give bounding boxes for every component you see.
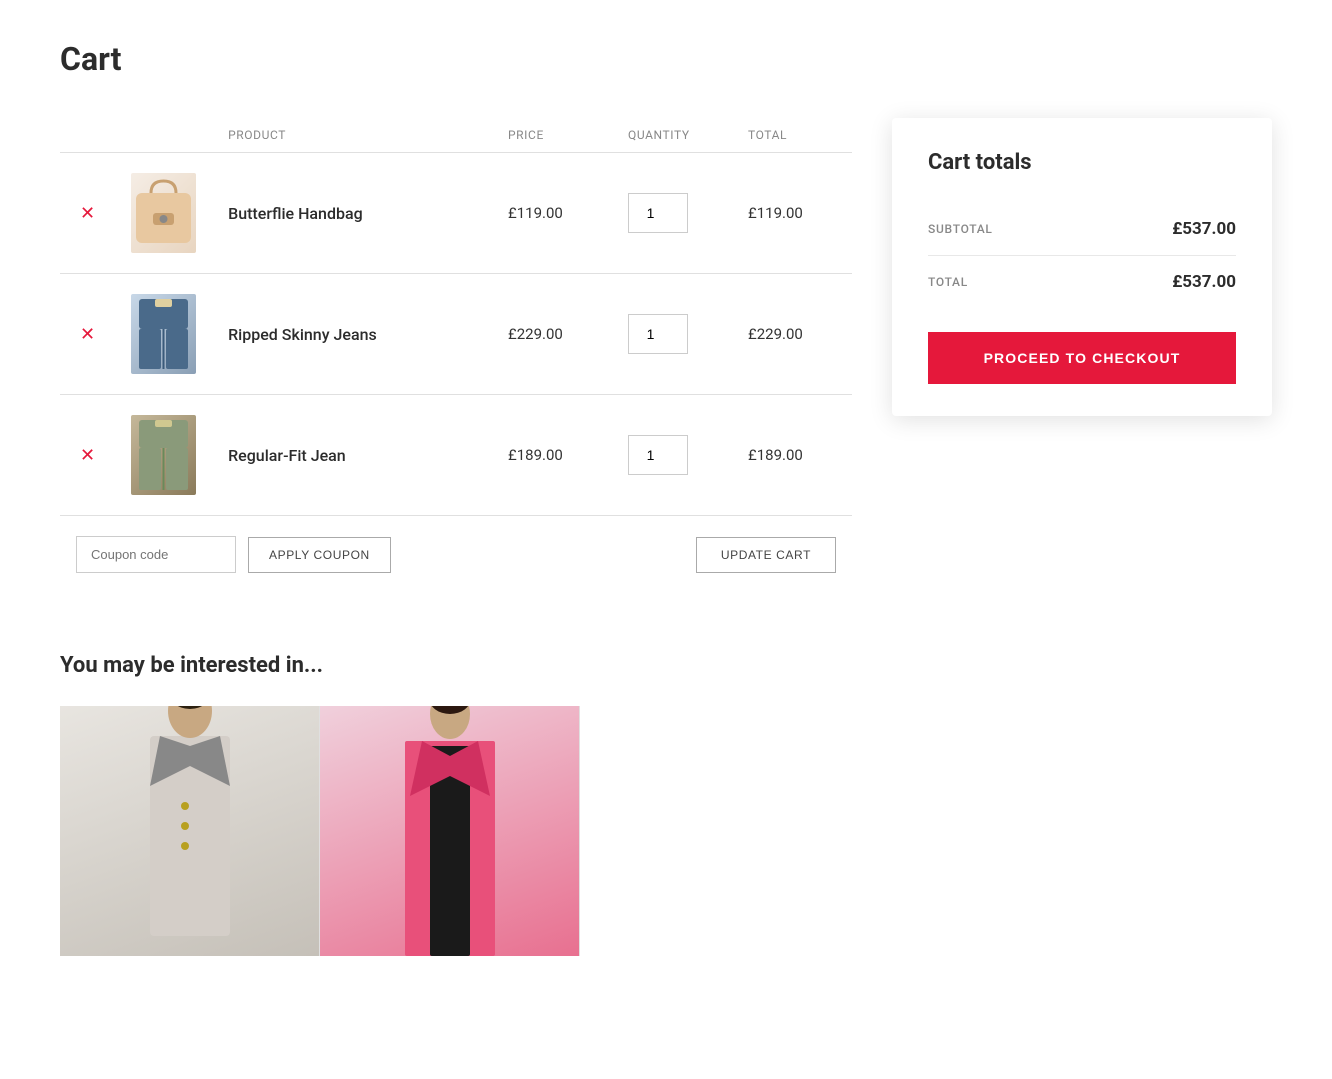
- cart-main: PRODUCT PRICE QUANTITY TOTAL: [60, 118, 852, 593]
- subtotal-value: £537.00: [1172, 219, 1236, 239]
- recommended-item[interactable]: [60, 706, 320, 956]
- recommended-item[interactable]: [320, 706, 580, 956]
- apply-coupon-button[interactable]: APPLY COUPON: [248, 537, 391, 573]
- remove-button-3[interactable]: ✕: [76, 442, 99, 468]
- remove-cell: ✕: [60, 153, 115, 274]
- update-cart-button[interactable]: UPDATE CART: [696, 537, 836, 573]
- product-image: [131, 415, 196, 495]
- image-cell: [115, 395, 212, 516]
- name-cell: Ripped Skinny Jeans: [212, 274, 492, 395]
- cart-table: PRODUCT PRICE QUANTITY TOTAL: [60, 118, 852, 516]
- coupon-input[interactable]: [76, 536, 236, 573]
- remove-cell: ✕: [60, 274, 115, 395]
- total-value: £537.00: [1172, 272, 1236, 292]
- col-remove-header: [60, 118, 115, 153]
- col-quantity-header: QUANTITY: [612, 118, 732, 153]
- col-image-header: [115, 118, 212, 153]
- cart-totals-title: Cart totals: [928, 150, 1236, 175]
- recommended-grid: [60, 706, 1272, 956]
- image-cell: [115, 274, 212, 395]
- total-cell: £229.00: [732, 274, 852, 395]
- cart-totals-box: Cart totals SUBTOTAL £537.00 TOTAL £537.…: [892, 118, 1272, 416]
- total-cell: £189.00: [732, 395, 852, 516]
- total-row: TOTAL £537.00: [928, 256, 1236, 308]
- cart-sidebar: Cart totals SUBTOTAL £537.00 TOTAL £537.…: [892, 118, 1272, 416]
- subtotal-row: SUBTOTAL £537.00: [928, 203, 1236, 256]
- name-cell: Butterflie Handbag: [212, 153, 492, 274]
- product-name: Regular-Fit Jean: [228, 446, 346, 465]
- name-cell: Regular-Fit Jean: [212, 395, 492, 516]
- quantity-cell: [612, 153, 732, 274]
- remove-button-1[interactable]: ✕: [76, 200, 99, 226]
- price-cell: £119.00: [492, 153, 612, 274]
- col-product-header: PRODUCT: [212, 118, 492, 153]
- quantity-input-1[interactable]: [628, 193, 688, 233]
- product-image: [131, 294, 196, 374]
- total-cell: £119.00: [732, 153, 852, 274]
- remove-button-2[interactable]: ✕: [76, 321, 99, 347]
- recommended-section: You may be interested in...: [60, 653, 1272, 956]
- checkout-button[interactable]: PROCEED TO CHECKOUT: [928, 332, 1236, 384]
- product-name: Ripped Skinny Jeans: [228, 325, 377, 344]
- cart-actions: APPLY COUPON UPDATE CART: [60, 516, 852, 593]
- subtotal-label: SUBTOTAL: [928, 222, 993, 236]
- col-total-header: TOTAL: [732, 118, 852, 153]
- quantity-cell: [612, 395, 732, 516]
- coupon-section: APPLY COUPON: [76, 536, 391, 573]
- quantity-cell: [612, 274, 732, 395]
- total-label: TOTAL: [928, 275, 968, 289]
- price-cell: £229.00: [492, 274, 612, 395]
- quantity-input-3[interactable]: [628, 435, 688, 475]
- table-row: ✕ Butterflie Handbag £119.00 £119.00: [60, 153, 852, 274]
- product-name: Butterflie Handbag: [228, 204, 363, 223]
- col-price-header: PRICE: [492, 118, 612, 153]
- image-cell: [115, 153, 212, 274]
- product-image: [131, 173, 196, 253]
- price-cell: £189.00: [492, 395, 612, 516]
- table-row: ✕ Ripped Skinny Jeans £229.00 £229.00: [60, 274, 852, 395]
- quantity-input-2[interactable]: [628, 314, 688, 354]
- remove-cell: ✕: [60, 395, 115, 516]
- recommended-title: You may be interested in...: [60, 653, 1272, 678]
- page-title: Cart: [60, 40, 1272, 78]
- table-row: ✕ Regular-Fit Jean £189.00 £189.00: [60, 395, 852, 516]
